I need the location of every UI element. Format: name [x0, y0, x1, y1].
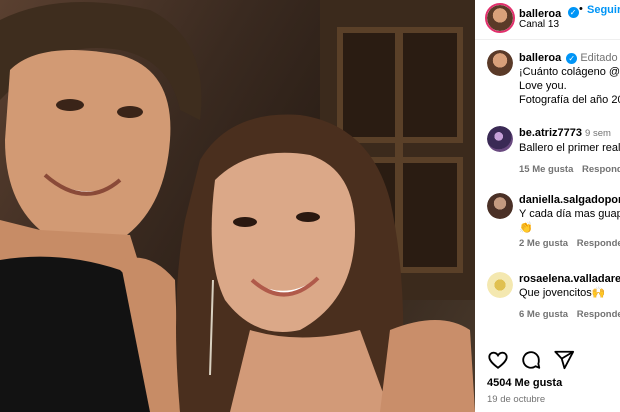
post-header: balleroa ✓ • Seguir Canal 13 — [475, 0, 620, 40]
verified-badge-icon: ✓ — [567, 7, 579, 19]
post-photo[interactable] — [0, 0, 475, 412]
comment-likes[interactable]: 6 Me gusta — [519, 309, 568, 320]
comment-text: Y cada día mas guap — [519, 208, 620, 220]
post-side-panel: balleroa ✓ • Seguir Canal 13 balleroa ✓ … — [475, 0, 620, 412]
post-date: 19 de octubre — [487, 394, 546, 405]
share-icon[interactable] — [553, 349, 575, 371]
comment-body: daniella.salgadopon Y cada día mas guap … — [519, 193, 620, 249]
edited-label: Editado — [580, 52, 618, 64]
comment-text: Que jovencitos🙌 — [519, 287, 606, 299]
photo-illustration — [0, 0, 475, 412]
comment-body: be.atriz7773 9 sem Ballero el primer rea… — [519, 126, 620, 175]
caption-line: Love you. — [519, 80, 567, 92]
reply-button[interactable]: Responder — [577, 309, 620, 320]
follow-button[interactable]: Seguir — [587, 4, 620, 16]
reply-button[interactable]: Responder — [582, 164, 620, 175]
separator-dot: • — [579, 3, 583, 15]
comment-username[interactable]: daniella.salgadopon — [519, 194, 620, 206]
caption-line: Fotografía del año 20 — [519, 94, 620, 106]
location-link[interactable]: Canal 13 — [519, 19, 559, 30]
caption-line: ¡Cuánto colágeno @ — [519, 66, 620, 78]
clap-emoji-icon: 👏 — [519, 222, 533, 234]
comment-likes[interactable]: 15 Me gusta — [519, 164, 573, 175]
comment-username[interactable]: be.atriz7773 — [519, 127, 582, 139]
caption-avatar[interactable] — [487, 50, 513, 76]
comment-text: Ballero el primer real — [519, 142, 620, 154]
reply-button[interactable]: Responder — [577, 238, 620, 249]
commenter-avatar[interactable] — [487, 272, 513, 298]
comment-likes[interactable]: 2 Me gusta — [519, 238, 568, 249]
caption-username[interactable]: balleroa — [519, 52, 561, 64]
comment-username[interactable]: rosaelena.valladares — [519, 273, 620, 285]
commenter-avatar[interactable] — [487, 126, 513, 152]
heart-icon[interactable] — [487, 349, 509, 371]
comment-body: rosaelena.valladares Que jovencitos🙌 6 M… — [519, 272, 620, 320]
caption-body: balleroa ✓ Editado ¡Cuánto colágeno @ Lo… — [519, 51, 620, 107]
commenter-avatar[interactable] — [487, 193, 513, 219]
comment-time: 9 sem — [585, 128, 611, 139]
post-likes-count[interactable]: 4504 Me gusta — [487, 377, 562, 389]
action-bar — [487, 349, 607, 371]
verified-badge-icon: ✓ — [566, 52, 578, 64]
author-avatar[interactable] — [485, 3, 515, 33]
comment-icon[interactable] — [520, 349, 542, 371]
